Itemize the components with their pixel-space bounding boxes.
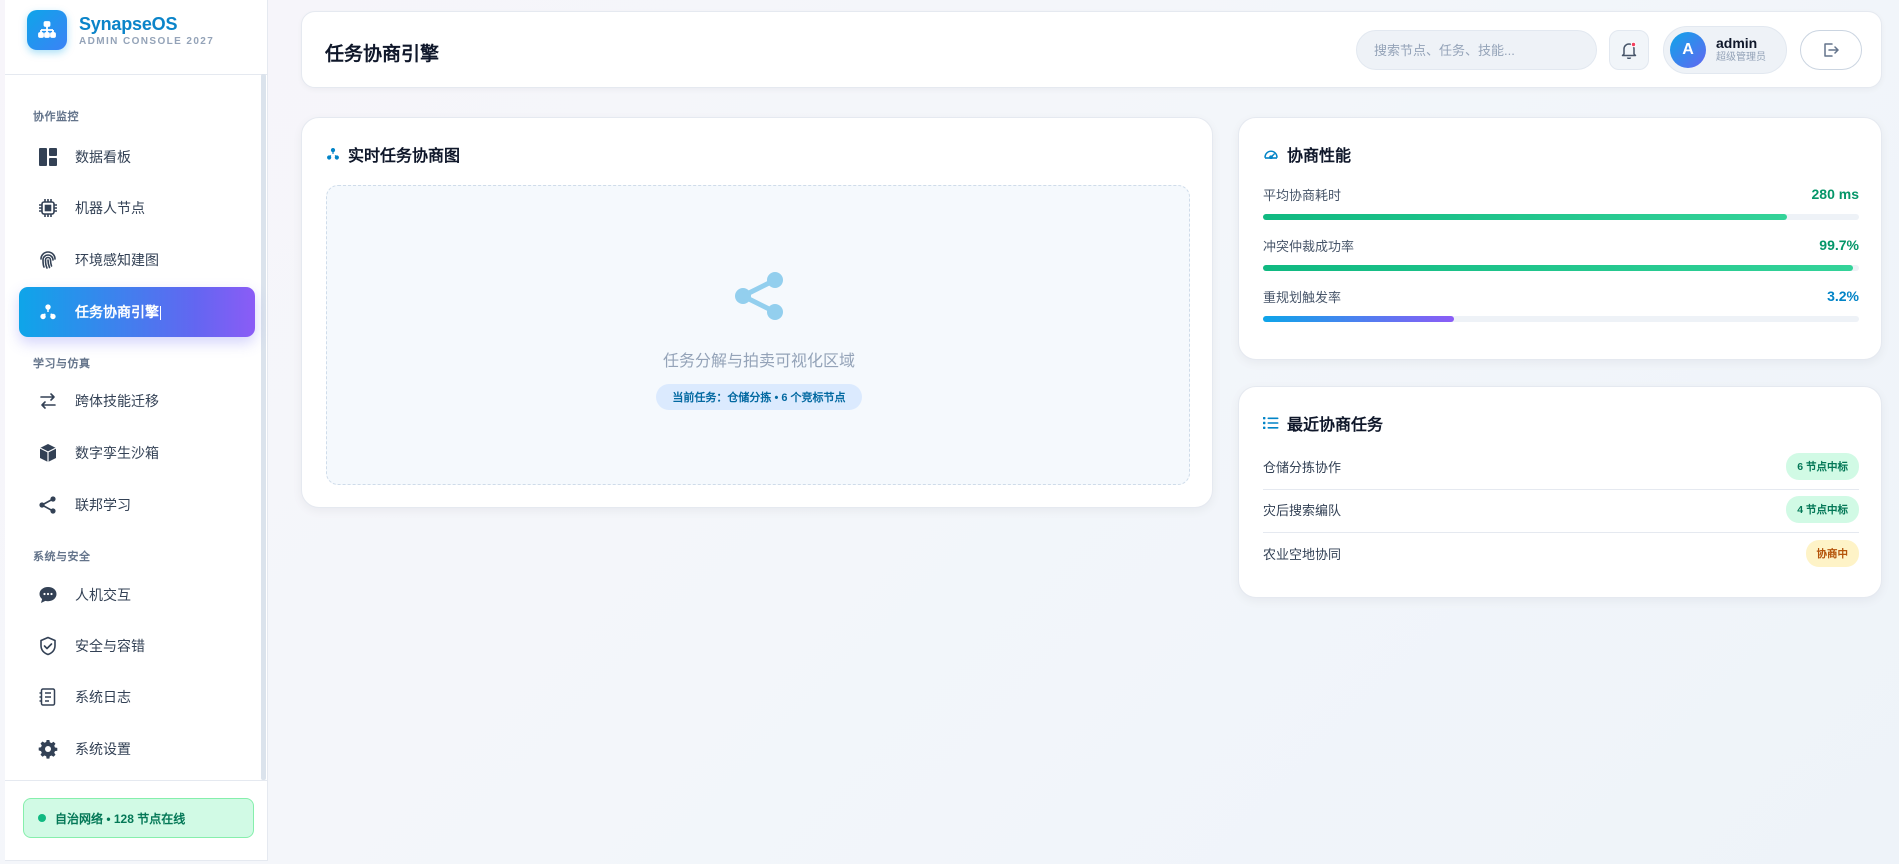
sidebar-item-hci[interactable]: 人机交互 bbox=[19, 570, 255, 620]
recent-tasks-card: 最近协商任务 仓储分拣协作 6 节点中标 灾后搜索编队 4 节点中标 农业空地协… bbox=[1238, 386, 1882, 598]
performance-card: 协商性能 平均协商耗时 280 ms 冲突仲裁成功率 99.7% 重规划触发率 bbox=[1238, 117, 1882, 360]
metric-replan-rate: 重规划触发率 3.2% bbox=[1263, 287, 1859, 322]
sidebar-item-label: 数字孪生沙箱 bbox=[75, 445, 159, 461]
sidebar-item-label: 人机交互 bbox=[75, 587, 131, 603]
list-icon bbox=[1263, 417, 1279, 429]
section-title-collab: 协作监控 bbox=[33, 111, 79, 123]
divider bbox=[5, 74, 268, 75]
metric-name: 重规划触发率 bbox=[1263, 289, 1342, 305]
sidebar-item-label: 任务协商引擎 bbox=[75, 304, 161, 321]
share-nodes-icon bbox=[735, 272, 783, 320]
sidebar-item-label: 数据看板 bbox=[75, 149, 131, 165]
share-nodes-icon bbox=[37, 494, 59, 516]
sidebar-item-label: 跨体技能迁移 bbox=[75, 393, 159, 409]
task-graph-card: 实时任务协商图 任务分解与拍卖可视化区域 当前任务：仓储分拣 • 6 个竞标节点 bbox=[301, 117, 1213, 508]
progress-track bbox=[1263, 214, 1859, 220]
sidebar-item-settings[interactable]: 系统设置 bbox=[19, 724, 255, 774]
sidebar-item-label: 联邦学习 bbox=[75, 497, 131, 513]
sidebar-item-federated[interactable]: 联邦学习 bbox=[19, 480, 255, 530]
progress-fill bbox=[1263, 214, 1788, 220]
top-header: 任务协商引擎 A admin 超级管理员 bbox=[301, 11, 1882, 88]
progress-fill bbox=[1263, 265, 1854, 271]
section-title-learning: 学习与仿真 bbox=[33, 358, 91, 370]
task-row[interactable]: 农业空地协同 协商中 bbox=[1263, 531, 1859, 575]
negotiation-visualization-area[interactable]: 任务分解与拍卖可视化区域 当前任务：仓储分拣 • 6 个竞标节点 bbox=[326, 185, 1190, 485]
network-logo-icon bbox=[27, 10, 67, 50]
user-name: admin bbox=[1716, 35, 1758, 51]
hierarchy-icon bbox=[327, 148, 339, 160]
avatar: A bbox=[1670, 32, 1706, 68]
task-name: 农业空地协同 bbox=[1263, 546, 1342, 562]
network-status-text: 自治网络 • 128 节点在线 bbox=[55, 811, 186, 826]
sidebar-scrollbar[interactable] bbox=[261, 74, 266, 780]
status-badge: 6 节点中标 bbox=[1786, 452, 1859, 480]
notification-button[interactable] bbox=[1609, 30, 1649, 70]
task-row[interactable]: 灾后搜索编队 4 节点中标 bbox=[1263, 487, 1859, 531]
network-status-badge: 自治网络 • 128 节点在线 bbox=[23, 798, 254, 838]
search-input[interactable] bbox=[1356, 30, 1597, 70]
brand-subtitle: ADMIN CONSOLE 2027 bbox=[79, 35, 215, 47]
progress-fill bbox=[1263, 316, 1454, 322]
task-row[interactable]: 仓储分拣协作 6 节点中标 bbox=[1263, 444, 1859, 488]
logout-icon bbox=[1824, 43, 1839, 57]
sidebar-item-label: 机器人节点 bbox=[75, 200, 145, 216]
divider bbox=[5, 780, 268, 781]
sidebar-item-label: 安全与容错 bbox=[75, 638, 145, 654]
log-list-icon bbox=[37, 686, 59, 708]
app-frame: SynapseOS ADMIN CONSOLE 2027 协作监控 数据看板 机… bbox=[0, 0, 1899, 864]
sidebar-item-safety[interactable]: 安全与容错 bbox=[19, 621, 255, 671]
card-title: 实时任务协商图 bbox=[348, 148, 461, 165]
metric-value: 280 ms bbox=[1811, 186, 1859, 202]
shield-icon bbox=[37, 635, 59, 657]
sidebar-item-logs[interactable]: 系统日志 bbox=[19, 672, 255, 722]
sidebar-item-task-negotiation[interactable]: 任务协商引擎 bbox=[19, 287, 255, 337]
status-dot-icon bbox=[38, 814, 46, 822]
sidebar-item-mapping[interactable]: 环境感知建图 bbox=[19, 235, 255, 285]
metric-name: 冲突仲裁成功率 bbox=[1263, 238, 1355, 254]
user-menu[interactable]: A admin 超级管理员 bbox=[1663, 26, 1787, 74]
gear-icon bbox=[37, 738, 59, 760]
section-title-system: 系统与安全 bbox=[33, 551, 91, 563]
metric-name: 平均协商耗时 bbox=[1263, 187, 1342, 203]
chat-bubble-icon bbox=[37, 584, 59, 606]
metric-avg-latency: 平均协商耗时 280 ms bbox=[1263, 185, 1859, 220]
progress-track bbox=[1263, 265, 1859, 271]
metric-value: 99.7% bbox=[1819, 237, 1859, 253]
metric-arbitration-rate: 冲突仲裁成功率 99.7% bbox=[1263, 236, 1859, 271]
page-title: 任务协商引擎 bbox=[325, 44, 440, 65]
brand[interactable]: SynapseOS ADMIN CONSOLE 2027 bbox=[27, 10, 214, 50]
sidebar-item-label: 系统日志 bbox=[75, 689, 131, 705]
bell-icon bbox=[1621, 41, 1637, 59]
arrows-swap-icon bbox=[37, 390, 59, 412]
user-role: 超级管理员 bbox=[1716, 52, 1766, 63]
sidebar: SynapseOS ADMIN CONSOLE 2027 协作监控 数据看板 机… bbox=[5, 0, 268, 861]
task-name: 仓储分拣协作 bbox=[1263, 459, 1342, 475]
brand-name: SynapseOS bbox=[79, 13, 178, 34]
card-title: 最近协商任务 bbox=[1287, 417, 1384, 434]
status-badge: 协商中 bbox=[1805, 539, 1859, 567]
fingerprint-icon bbox=[37, 249, 59, 271]
chip-icon bbox=[37, 197, 59, 219]
cube-icon bbox=[37, 442, 59, 464]
sidebar-item-label: 环境感知建图 bbox=[75, 252, 159, 268]
card-title: 协商性能 bbox=[1287, 148, 1352, 165]
progress-track bbox=[1263, 316, 1859, 322]
status-badge: 4 节点中标 bbox=[1786, 495, 1859, 523]
sidebar-item-skill-transfer[interactable]: 跨体技能迁移 bbox=[19, 376, 255, 426]
task-name: 灾后搜索编队 bbox=[1263, 502, 1342, 518]
sidebar-item-label: 系统设置 bbox=[75, 741, 131, 757]
gauge-icon bbox=[1264, 150, 1278, 160]
dashboard-icon bbox=[37, 146, 59, 168]
sidebar-item-robot-nodes[interactable]: 机器人节点 bbox=[19, 183, 255, 233]
visualization-placeholder-text: 任务分解与拍卖可视化区域 bbox=[662, 353, 855, 370]
hierarchy-icon bbox=[37, 301, 59, 323]
sidebar-item-dashboard[interactable]: 数据看板 bbox=[19, 132, 255, 182]
metric-value: 3.2% bbox=[1827, 288, 1859, 304]
logout-button[interactable] bbox=[1800, 30, 1862, 70]
sidebar-item-digital-twin[interactable]: 数字孪生沙箱 bbox=[19, 428, 255, 478]
current-task-pill: 当前任务：仓储分拣 • 6 个竞标节点 bbox=[656, 384, 862, 410]
